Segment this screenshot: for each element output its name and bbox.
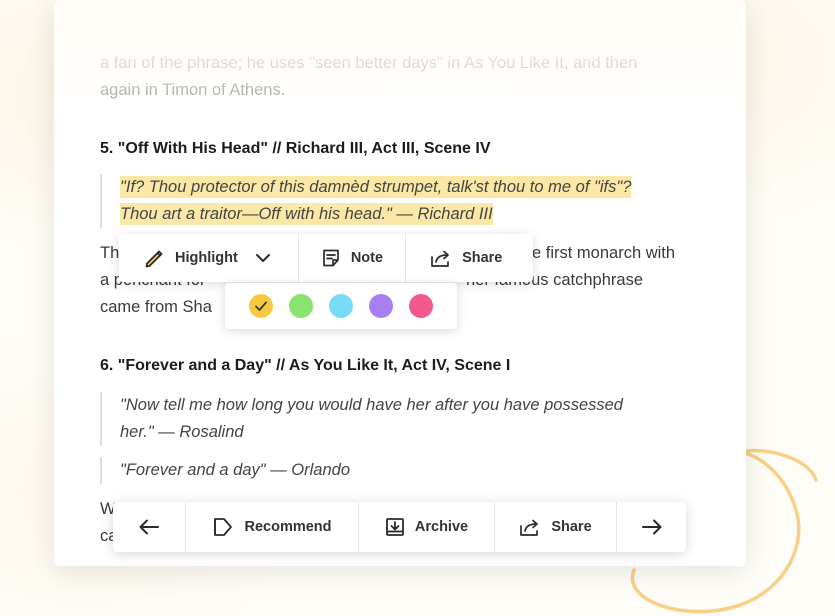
section-5-source: Richard III, Act III, Scene IV xyxy=(281,140,491,157)
bottom-toolbar: Recommend Archive Share xyxy=(113,502,686,552)
check-icon xyxy=(255,301,267,311)
archive-icon xyxy=(385,517,405,537)
highlight-button[interactable]: Highlight xyxy=(119,234,299,282)
intro-line: a fan of the phrase; he uses "seen bette… xyxy=(100,54,638,72)
section-6-title: 6. "Forever and a Day" // xyxy=(100,357,286,374)
share-icon xyxy=(519,517,541,537)
pencil-icon xyxy=(143,247,165,269)
highlight-color-picker xyxy=(225,283,457,329)
share-label: Share xyxy=(462,250,503,266)
previous-button[interactable] xyxy=(113,502,186,552)
section-6-quote-1[interactable]: "Now tell me how long you would have her… xyxy=(100,392,623,446)
share-bottom-button[interactable]: Share xyxy=(495,502,617,552)
swatch-pink[interactable] xyxy=(409,294,433,318)
section-5-title: 5. "Off With His Head" // xyxy=(100,140,282,157)
highlight-toolbar: Highlight Note Share xyxy=(119,234,533,282)
section-5-quote[interactable]: "If? Thou protector of this damnèd strum… xyxy=(100,174,632,228)
swatch-blue[interactable] xyxy=(329,294,353,318)
archive-button[interactable]: Archive xyxy=(359,502,495,552)
quote-text[interactable]: "Now tell me how long you would have her… xyxy=(120,392,623,419)
paragraph-text: came from Sha xyxy=(100,298,212,316)
note-button[interactable]: Note xyxy=(299,234,407,282)
arrow-right-icon xyxy=(641,518,663,536)
recommend-label: Recommend xyxy=(244,519,332,535)
highlighted-text[interactable]: Thou art a traitor—Off with his head." —… xyxy=(120,203,493,225)
intro-paragraph: a fan of the phrase; he uses "seen bette… xyxy=(100,50,637,104)
swatch-green[interactable] xyxy=(289,294,313,318)
quote-text[interactable]: her." — Rosalind xyxy=(120,419,623,446)
note-label: Note xyxy=(350,250,384,266)
paragraph-text: e first monarch with xyxy=(532,244,676,262)
chevron-down-icon[interactable] xyxy=(254,249,272,267)
share-button[interactable]: Share xyxy=(406,234,526,282)
swatch-purple[interactable] xyxy=(369,294,393,318)
paragraph-text: Th xyxy=(100,244,120,262)
section-6-quote-2[interactable]: "Forever and a day" — Orlando xyxy=(100,457,350,484)
section-5-heading: 5. "Off With His Head" // Richard III, A… xyxy=(100,140,491,158)
share-icon xyxy=(430,248,452,268)
archive-label: Archive xyxy=(414,519,469,535)
next-button[interactable] xyxy=(617,502,686,552)
highlighted-text[interactable]: "If? Thou protector of this damnèd strum… xyxy=(120,176,632,198)
swatch-yellow[interactable] xyxy=(249,294,273,318)
section-6-source: As You Like It, Act IV, Scene I xyxy=(285,357,511,374)
intro-line: again in Timon of Athens. xyxy=(100,81,286,99)
highlight-label: Highlight xyxy=(175,250,238,266)
quote-text[interactable]: "Forever and a day" — Orlando xyxy=(120,457,350,484)
share-bottom-label: Share xyxy=(551,519,592,535)
recommend-icon xyxy=(212,517,234,537)
recommend-button[interactable]: Recommend xyxy=(186,502,359,552)
section-6-heading: 6. "Forever and a Day" // As You Like It… xyxy=(100,357,510,375)
note-icon xyxy=(321,248,341,268)
arrow-left-icon xyxy=(138,518,160,536)
